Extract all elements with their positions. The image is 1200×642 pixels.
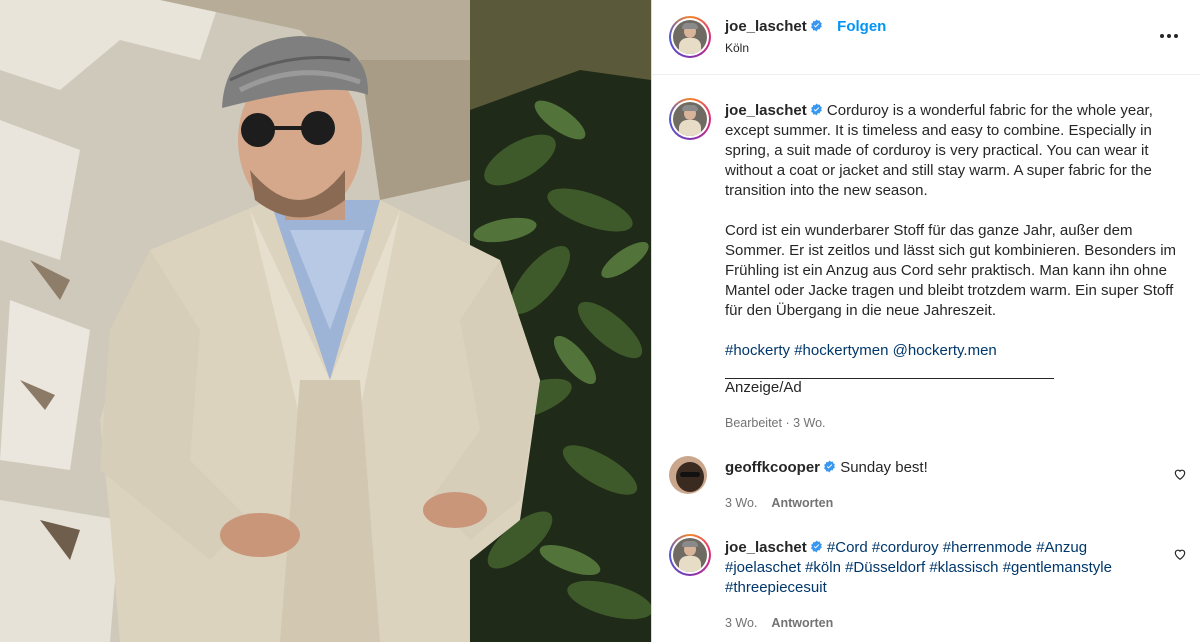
caption-text-de: Cord ist ein wunderbarer Stoff für das g…	[725, 222, 1177, 319]
comment-username[interactable]: geoffkcooper	[725, 459, 820, 476]
comment-age[interactable]: 3 Wo.	[725, 616, 757, 630]
hashtag-link[interactable]: #Düsseldorf	[845, 559, 925, 576]
edited-label: Bearbeitet	[725, 416, 782, 430]
hashtag-link[interactable]: #corduroy	[872, 539, 939, 556]
comment-item: joe_laschet #Cord #corduroy #herrenmode …	[725, 538, 1145, 598]
author-avatar[interactable]	[669, 16, 711, 58]
hashtag-link[interactable]: #köln	[805, 559, 841, 576]
commenter-avatar[interactable]	[669, 534, 711, 576]
hashtag-link[interactable]: #klassisch	[929, 559, 998, 576]
comment-age[interactable]: 3 Wo.	[725, 496, 757, 510]
commenter-avatar[interactable]	[669, 456, 707, 494]
more-options-icon[interactable]	[1157, 24, 1181, 48]
verified-badge-icon	[810, 103, 822, 116]
ad-disclosure: Anzeige/Ad	[725, 379, 802, 396]
caption-author-username[interactable]: joe_laschet	[725, 102, 807, 119]
hashtag-link[interactable]: #hockerty	[725, 342, 790, 359]
hashtag-link[interactable]: #hockertymen	[794, 342, 888, 359]
hashtag-link[interactable]: #herrenmode	[943, 539, 1032, 556]
verified-badge-icon	[810, 540, 822, 553]
caption-author-avatar[interactable]	[669, 98, 711, 140]
verified-badge-icon	[810, 19, 822, 32]
follow-button[interactable]: Folgen	[837, 18, 886, 35]
caption-tags: #hockerty #hockertymen @hockerty.men	[725, 341, 1187, 361]
comments-list[interactable]: joe_laschet Corduroy is a wonderful fabr…	[652, 76, 1200, 642]
caption-meta: Bearbeitet · 3 Wo.	[725, 416, 826, 430]
comment-text: Sunday best!	[840, 459, 928, 476]
heart-icon[interactable]	[1173, 467, 1187, 481]
hashtag-link[interactable]: #threepiecesuit	[725, 579, 827, 596]
comment-meta: 3 Wo. Antworten	[725, 496, 833, 510]
hashtag-link[interactable]: #gentlemanstyle	[1003, 559, 1112, 576]
reply-button[interactable]: Antworten	[771, 616, 833, 630]
post-caption: joe_laschet Corduroy is a wonderful fabr…	[725, 101, 1187, 433]
comment-item: geoffkcooper Sunday best!	[725, 458, 1145, 478]
post-location[interactable]: Köln	[725, 41, 749, 55]
author-username[interactable]: joe_laschet	[725, 18, 807, 35]
hashtag-link[interactable]: #Cord	[827, 539, 868, 556]
post-details-panel: joe_laschet Folgen Köln joe_laschet Cord…	[651, 0, 1200, 642]
verified-badge-icon	[824, 460, 835, 473]
hashtag-link[interactable]: #joelaschet	[725, 559, 801, 576]
hashtag-link[interactable]: #Anzug	[1036, 539, 1087, 556]
post-photo[interactable]	[0, 0, 651, 642]
comment-username[interactable]: joe_laschet	[725, 539, 807, 556]
post-header: joe_laschet Folgen Köln	[652, 0, 1200, 75]
mention-link[interactable]: @hockerty.men	[893, 342, 997, 359]
comment-meta: 3 Wo. Antworten	[725, 616, 833, 630]
heart-icon[interactable]	[1173, 547, 1187, 561]
caption-age[interactable]: 3 Wo.	[793, 416, 825, 430]
reply-button[interactable]: Antworten	[771, 496, 833, 510]
